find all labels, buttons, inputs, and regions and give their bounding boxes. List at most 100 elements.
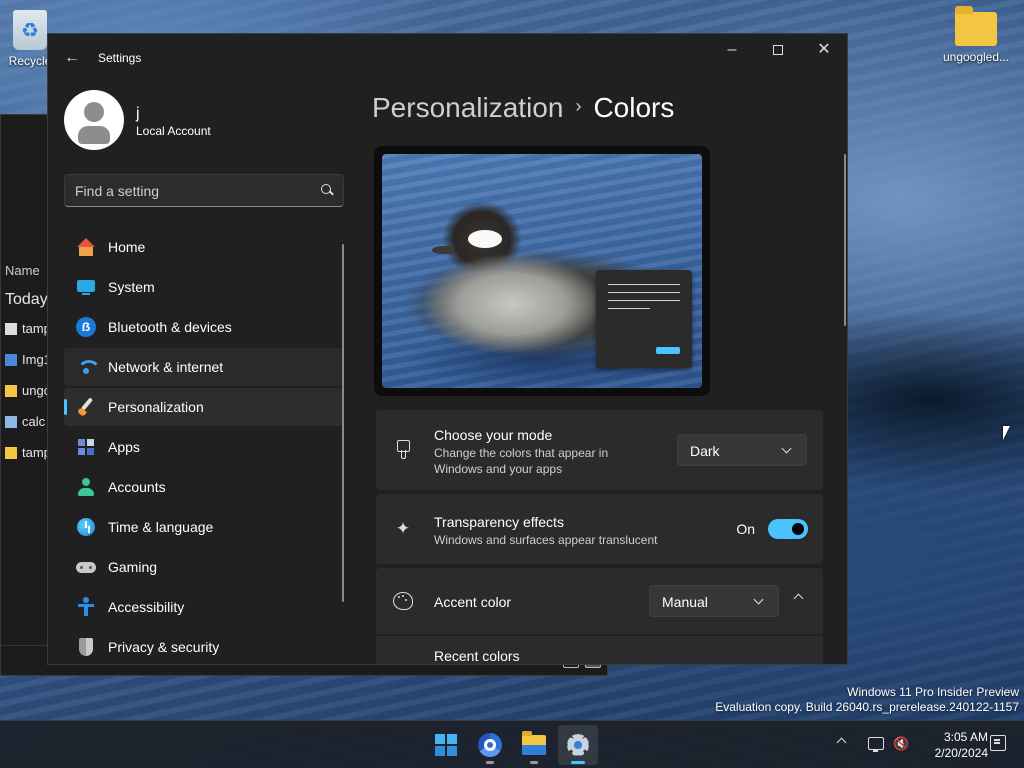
running-indicator [486,761,494,764]
zip-folder-icon [5,385,17,397]
recycle-bin-label: Recycle [8,54,52,68]
sidebar-item-network-internet[interactable]: Network & internet [64,348,344,386]
name-column-header[interactable]: Name [5,263,40,278]
clock[interactable]: 3:05 AM 2/20/2024 [916,729,988,761]
preview-line [608,308,650,309]
gaming-icon [76,557,96,577]
maximize-icon [773,45,783,55]
accent-dropdown[interactable]: Manual [649,585,779,617]
sidebar-scrollbar[interactable] [342,244,344,602]
folder-icon [5,447,17,459]
duck-head-patch [468,230,502,248]
accessibility-icon [76,597,96,617]
sidebar-item-label: Accounts [108,479,166,495]
sparkle-icon: ✦ [395,519,411,538]
preview-accent-button [656,347,680,354]
sidebar-item-time-language[interactable]: Time & language [64,508,344,546]
chevron-up-icon [793,593,804,604]
search-icon[interactable] [319,182,333,198]
sidebar-item-label: Home [108,239,146,255]
window-title: Settings [98,51,142,65]
content-scrollbar[interactable] [844,154,846,326]
sidebar-item-label: Personalization [108,399,204,415]
divider [376,634,823,636]
user-name: j [136,105,140,122]
wallpaper-preview-image [382,154,702,388]
back-arrow-icon[interactable]: ← [62,48,82,68]
transparency-state-label: On [736,521,755,537]
accent-color-header[interactable]: Accent color Manual [376,568,823,634]
file-row[interactable]: tamp [5,321,51,336]
chevron-up-icon [836,737,847,748]
sidebar-item-system[interactable]: System [64,268,344,306]
chromium-icon [478,733,502,757]
evaluation-watermark: Windows 11 Pro Insider Preview Evaluatio… [715,685,1019,715]
mode-title: Choose your mode [434,427,553,443]
breadcrumb: Personalization › Colors [372,92,674,124]
breadcrumb-separator: › [575,96,582,116]
volume-muted-icon[interactable]: 🔇 [893,736,911,752]
windows-logo-icon [435,734,457,756]
sidebar-item-label: Privacy & security [108,639,220,655]
sidebar-item-label: Gaming [108,559,158,575]
app-icon [5,323,17,335]
transparency-toggle[interactable] [768,519,808,539]
running-indicator [530,761,538,764]
sidebar-item-accounts[interactable]: Accounts [64,468,344,506]
start-button[interactable] [426,725,466,765]
group-label-today: Today [5,291,48,308]
avatar [64,90,124,150]
taskbar-browser-button[interactable] [470,725,510,765]
taskbar-settings-button[interactable] [558,725,598,765]
sidebar-item-home[interactable]: Home [64,228,344,266]
sidebar-item-gaming[interactable]: Gaming [64,548,344,586]
preview-line [608,284,680,285]
choose-mode-card: Choose your mode Change the colors that … [376,410,823,490]
file-row[interactable]: tamp [5,445,51,460]
sidebar-item-personalization[interactable]: Personalization [64,388,344,426]
file-explorer-icon [522,731,546,755]
folder-shortcut[interactable]: ungoogled... [938,6,1014,64]
sidebar-item-privacy-security[interactable]: Privacy & security [64,628,344,664]
sidebar-item-label: Network & internet [108,359,224,375]
mode-description: Change the colors that appear in Windows… [434,446,609,476]
title-bar: ← Settings – ✕ [48,34,847,80]
user-profile[interactable]: j Local Account [64,90,211,150]
file-row[interactable]: Img1 [5,352,51,367]
chevron-down-icon [753,594,764,605]
page-title: Colors [593,92,675,123]
mode-dropdown[interactable]: Dark [677,434,807,466]
search-input[interactable] [75,181,305,201]
file-row[interactable]: calc [5,414,45,429]
network-status-icon[interactable] [868,737,884,752]
accent-color-card: Accent color Manual Recent colors [376,568,823,664]
sidebar-item-bluetooth-devices[interactable]: ẞ Bluetooth & devices [64,308,344,346]
search-box[interactable] [64,174,344,207]
sidebar-item-accessibility[interactable]: Accessibility [64,588,344,626]
clock-time: 3:05 AM [943,730,988,744]
accent-title: Accent color [434,594,512,610]
bluetooth-icon: ẞ [76,317,96,337]
breadcrumb-parent[interactable]: Personalization [372,92,563,123]
notification-icon[interactable] [990,735,1006,751]
apps-icon [76,437,96,457]
brush-icon [392,438,414,460]
settings-window: ← Settings – ✕ j Local Account Home Syst… [47,33,848,665]
account-type: Local Account [136,124,211,138]
transparency-description: Windows and surfaces appear translucent [434,533,658,547]
active-indicator [571,761,585,764]
taskbar-file-explorer-button[interactable] [514,725,554,765]
palette-icon [392,590,414,612]
file-row[interactable]: ungo [5,383,51,398]
minimize-button[interactable]: – [709,34,755,66]
network-icon [76,357,101,377]
preview-window-mock [596,270,692,368]
sidebar-item-apps[interactable]: Apps [64,428,344,466]
text-file-icon [5,416,17,428]
watermark-line-1: Windows 11 Pro Insider Preview [847,685,1019,699]
close-button[interactable]: ✕ [801,34,847,66]
collapse-button[interactable] [787,586,811,610]
image-icon [5,354,17,366]
maximize-button[interactable] [755,34,801,66]
accounts-icon [76,477,96,497]
